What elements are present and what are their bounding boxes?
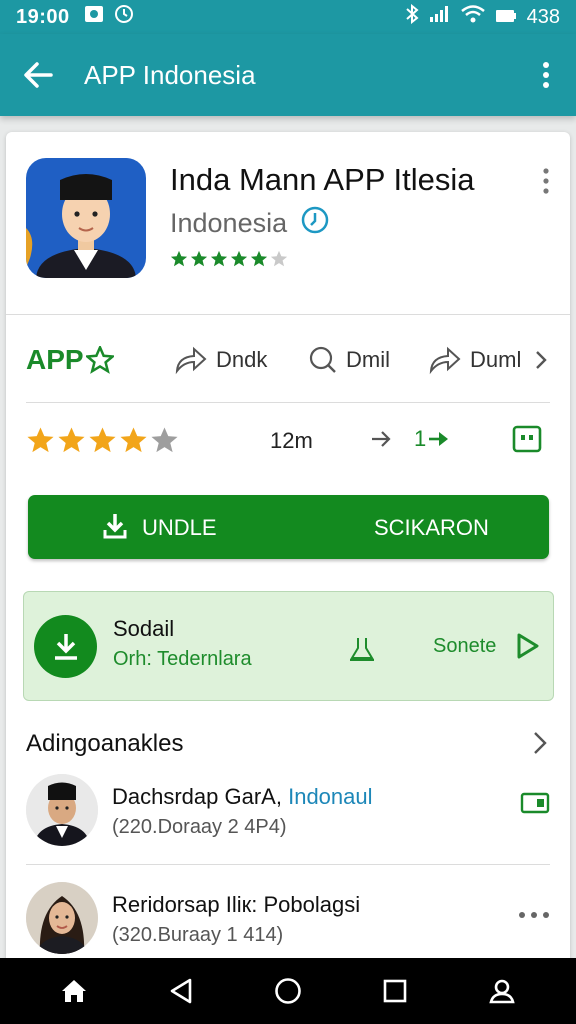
divider bbox=[26, 402, 550, 403]
share-action[interactable]: Dndk bbox=[174, 345, 267, 375]
system-nav-bar bbox=[0, 958, 576, 1024]
status-bar: 19:00 438 bbox=[0, 0, 576, 34]
stats-row: 12m 1 bbox=[26, 418, 550, 464]
flask-icon[interactable] bbox=[348, 636, 376, 667]
star-icon bbox=[89, 427, 116, 453]
star-icon bbox=[120, 427, 147, 453]
search-icon bbox=[309, 346, 336, 373]
home-icon[interactable] bbox=[49, 966, 99, 1016]
notification-icon bbox=[84, 5, 104, 29]
profile-icon[interactable] bbox=[477, 966, 527, 1016]
action-row: APP Dndk Dmil Duml bbox=[26, 330, 550, 390]
forward-action-label: Duml bbox=[470, 347, 522, 372]
wishlist-star-icon bbox=[85, 346, 114, 374]
developer-name: Dachsrdap GarA, Indonaul bbox=[112, 784, 373, 810]
rating-stars bbox=[26, 426, 179, 455]
more-horizontal-icon[interactable] bbox=[518, 906, 550, 924]
app-subtitle-text: Indonesia bbox=[170, 208, 288, 238]
download-icon bbox=[102, 512, 128, 545]
app-bar-title: APP Indonesia bbox=[84, 59, 256, 90]
card-menu-icon[interactable] bbox=[536, 166, 556, 196]
developer-name: Reridorsap Iliк: Pobolagsi bbox=[112, 892, 361, 917]
home-circle-icon[interactable] bbox=[263, 966, 313, 1016]
avatar bbox=[26, 774, 98, 846]
app-rating-stars bbox=[170, 250, 288, 268]
star-icon bbox=[190, 250, 208, 267]
signal-icon bbox=[429, 5, 451, 29]
divider bbox=[26, 864, 550, 865]
section-title: Adingoanakles bbox=[26, 730, 184, 757]
star-icon bbox=[27, 427, 54, 453]
install-count-value: 1 bbox=[414, 426, 427, 451]
green-arrow-icon bbox=[429, 432, 449, 446]
star-icon bbox=[250, 250, 268, 267]
app-brand-button[interactable]: APP bbox=[26, 344, 114, 376]
app-bar: APP Indonesia bbox=[0, 34, 576, 116]
app-brand-label: APP bbox=[26, 344, 84, 375]
app-size: 12m bbox=[270, 428, 313, 453]
app-title: Inda Mann APP Itlesia bbox=[170, 162, 475, 197]
play-icon[interactable] bbox=[516, 632, 540, 665]
download-panel[interactable]: Sodail Orh: Tedernlara Sonete bbox=[23, 591, 554, 701]
status-time: 19:00 bbox=[16, 5, 70, 28]
forward-arrow-icon bbox=[429, 346, 461, 375]
developer-name-text: Dachsrdap GarA, bbox=[112, 784, 282, 809]
tablet-icon[interactable] bbox=[520, 790, 550, 821]
battery-level: 438 bbox=[526, 5, 560, 28]
list-item[interactable]: Reridorsap Iliк: Pobolagsi (320.Buraay 1… bbox=[26, 882, 550, 962]
arrow-right-icon bbox=[370, 428, 392, 455]
app-subtitle: Indonesia bbox=[170, 206, 329, 241]
download-panel-title: Sodail bbox=[113, 616, 175, 641]
app-detail-card: Inda Mann APP Itlesia Indonesia APP Dndk… bbox=[6, 132, 570, 972]
developer-meta: (320.Buraay 1 414) bbox=[112, 924, 284, 946]
section-chevron-right-icon[interactable] bbox=[532, 730, 548, 761]
overflow-menu-icon[interactable] bbox=[534, 55, 558, 95]
info-clock-icon[interactable] bbox=[301, 206, 329, 241]
star-icon bbox=[170, 250, 188, 267]
install-button-label: UNDLE bbox=[142, 515, 217, 540]
star-empty-icon bbox=[151, 427, 178, 453]
developer-meta: (220.Doraay 2 4P4) bbox=[112, 816, 287, 838]
install-button[interactable]: UNDLE SCIKARON bbox=[28, 495, 549, 559]
star-empty-icon bbox=[270, 250, 288, 267]
divider bbox=[6, 314, 570, 315]
battery-icon bbox=[495, 6, 517, 29]
content-rating-icon[interactable] bbox=[512, 424, 542, 459]
share-action-label: Dndk bbox=[216, 347, 268, 372]
bluetooth-icon bbox=[405, 3, 419, 30]
star-icon bbox=[210, 250, 228, 267]
sync-icon bbox=[114, 4, 134, 30]
forward-action[interactable]: Duml bbox=[428, 345, 521, 375]
avatar bbox=[26, 882, 98, 954]
back-arrow-icon[interactable] bbox=[18, 55, 58, 95]
developer-name-highlight: Indonaul bbox=[288, 784, 373, 809]
install-count: 1 bbox=[414, 426, 450, 452]
search-action[interactable]: Dmil bbox=[308, 345, 390, 375]
back-triangle-icon[interactable] bbox=[156, 966, 206, 1016]
star-icon bbox=[230, 250, 248, 267]
share-arrow-icon bbox=[175, 346, 207, 375]
download-panel-subtitle: Orh: Tedernlara bbox=[113, 648, 252, 670]
wifi-icon bbox=[460, 5, 485, 29]
recents-square-icon[interactable] bbox=[370, 966, 420, 1016]
search-action-label: Dmil bbox=[346, 347, 390, 372]
list-item[interactable]: Dachsrdap GarA, Indonaul (220.Doraay 2 4… bbox=[26, 774, 550, 854]
download-circle-icon[interactable] bbox=[34, 615, 97, 678]
star-icon bbox=[58, 427, 85, 453]
chevron-right-icon[interactable] bbox=[534, 349, 548, 371]
app-icon bbox=[26, 158, 146, 278]
download-panel-more[interactable]: Sonete bbox=[433, 635, 496, 658]
install-button-secondary-label: SCIKARON bbox=[374, 515, 489, 540]
